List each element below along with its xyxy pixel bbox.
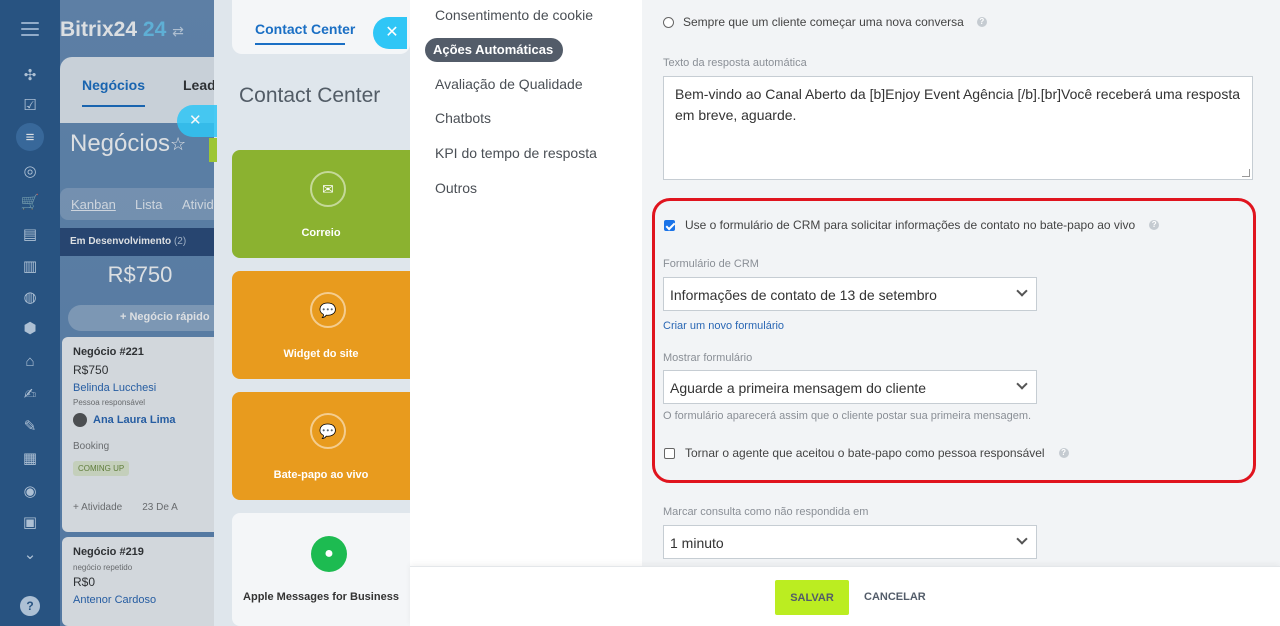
agent-responsible-checkbox-row[interactable]: Tornar o agente que aceitou o bate-papo … <box>664 446 1069 460</box>
status-badge: COMING UP <box>73 461 130 476</box>
menu-item-cookie[interactable]: Consentimento de cookie <box>435 7 593 23</box>
apps-icon[interactable]: ▣ <box>20 512 40 532</box>
autoreply-textarea[interactable]: Bem-vindo ao Canal Aberto da [b]Enjoy Ev… <box>663 76 1253 180</box>
deal-title[interactable]: Negócio #221 <box>73 346 220 358</box>
resize-handle[interactable] <box>1242 169 1250 177</box>
agent-responsible-checkbox[interactable] <box>664 447 675 459</box>
menu-item-auto-actions[interactable]: Ações Automáticas <box>425 38 564 62</box>
deal-contact[interactable]: Antenor Cardoso <box>73 594 220 606</box>
mail-icon: ✉ <box>310 171 346 207</box>
deal-responsible[interactable]: Ana Laura Lima <box>73 413 220 427</box>
crm-filter-icon[interactable]: ≡ <box>16 123 44 151</box>
menu-item-quality[interactable]: Avaliação de Qualidade <box>435 76 583 92</box>
chevron-down-icon <box>1016 285 1028 297</box>
crm-form-checkbox-row[interactable]: Use o formulário de CRM para solicitar i… <box>664 218 1160 232</box>
view-kanban[interactable]: Kanban <box>71 197 116 212</box>
chat-icon: 💬 <box>310 292 346 328</box>
save-button[interactable]: SALVAR <box>775 580 849 615</box>
deal-card[interactable]: Negócio #219 negócio repetido R$0 Anteno… <box>62 537 220 626</box>
view-list[interactable]: Lista <box>135 197 162 212</box>
tile-widget-do-site[interactable]: 💬 Widget do site <box>232 271 410 379</box>
deal-activity[interactable]: + Atividade 23 De A <box>73 502 220 513</box>
open-line-settings: Consentimento de cookie Ações Automática… <box>410 0 1280 626</box>
menu-item-chatbots[interactable]: Chatbots <box>435 110 491 126</box>
deal-card[interactable]: Negócio #221 R$750 Belinda Lucchesi Pess… <box>62 337 220 532</box>
help-icon[interactable]: ? <box>1149 220 1160 230</box>
menu-icon[interactable] <box>21 22 39 36</box>
star-icon[interactable]: ☆ <box>170 134 186 155</box>
chevron-down-icon[interactable]: ⌄ <box>20 544 40 564</box>
contact-center-panel: Contact Center Contact Center ✉ Correio … <box>214 0 410 626</box>
apple-messages-icon: ● <box>311 536 347 572</box>
calendar-icon[interactable]: ▦ <box>20 448 40 468</box>
tile-correio[interactable]: ✉ Correio <box>232 150 410 258</box>
chevron-down-icon <box>1016 378 1028 390</box>
menu-item-other[interactable]: Outros <box>435 180 477 196</box>
show-form-label: Mostrar formulário <box>663 352 753 364</box>
deal-role-label: Pessoa responsável <box>73 398 146 407</box>
target-icon[interactable]: ◎ <box>20 161 40 181</box>
cancel-button[interactable]: CANCELAR <box>864 591 926 603</box>
autoreply-label: Texto da resposta automática <box>663 57 807 69</box>
left-navigation: ✣ ☑ ≡ ◎ 🛒 ▤ ▥ ◍ ⬢ ⌂ ✍ ✎ ▦ ◉ ▣ ⌄ ? <box>0 0 60 626</box>
bitrix-logo[interactable]: Bitrix24 24 ⇄ <box>60 18 184 42</box>
crm-form-select[interactable]: Informações de contato de 13 de setembro <box>663 277 1037 311</box>
highlight-box <box>652 198 1256 483</box>
box-icon[interactable]: ⬢ <box>20 318 40 338</box>
deal-value: R$0 <box>73 575 96 589</box>
close-crm-slider-button[interactable]: ✕ <box>177 105 217 137</box>
unanswered-label: Marcar consulta como não respondida em <box>663 506 869 518</box>
avatar <box>73 413 87 427</box>
sign-icon[interactable]: ✍ <box>20 384 40 404</box>
close-contact-center-button[interactable]: ✕ <box>373 17 407 49</box>
tasks-icon[interactable]: ☑ <box>20 95 40 115</box>
puzzle-icon[interactable]: ✣ <box>20 65 40 85</box>
show-form-hint: O formulário aparecerá assim que o clien… <box>663 410 1032 422</box>
crm-form-checkbox[interactable] <box>664 219 675 231</box>
view-activities[interactable]: Ativid <box>182 197 214 212</box>
chevron-down-icon <box>1016 533 1028 545</box>
record-icon[interactable]: ◉ <box>20 481 40 501</box>
stage-sum: R$750 <box>107 262 173 287</box>
tab-contact-center[interactable]: Contact Center <box>255 21 355 45</box>
help-icon[interactable]: ? <box>976 17 987 27</box>
tile-apple-messages[interactable]: ● Apple Messages for Business <box>232 513 410 626</box>
cart-icon[interactable]: 🛒 <box>20 192 40 212</box>
contact-card-icon[interactable]: ▤ <box>20 224 40 244</box>
contact-center-heading: Contact Center <box>239 84 381 107</box>
deal-type: Booking <box>73 441 110 452</box>
footer-bar: SALVAR CANCELAR <box>410 566 1280 626</box>
edit-doc-icon[interactable]: ✎ <box>20 416 40 436</box>
building-icon[interactable]: ⌂ <box>20 351 40 371</box>
analytics-icon[interactable]: ▥ <box>20 256 40 276</box>
create-form-link[interactable]: Criar um novo formulário <box>663 320 784 332</box>
crm-form-label: Formulário de CRM <box>663 258 759 270</box>
show-form-select[interactable]: Aguarde a primeira mensagem do cliente <box>663 370 1037 404</box>
unanswered-select[interactable]: 1 minuto <box>663 525 1037 559</box>
chat-icon: 💬 <box>310 413 346 449</box>
menu-item-kpi[interactable]: KPI do tempo de resposta <box>435 145 597 161</box>
deal-contact[interactable]: Belinda Lucchesi <box>73 382 220 394</box>
page-title: Negócios <box>70 130 171 157</box>
help-icon[interactable]: ? <box>1058 448 1069 458</box>
tab-negocios[interactable]: Negócios <box>82 77 146 107</box>
deal-value: R$750 <box>73 363 109 377</box>
tile-bate-papo[interactable]: 💬 Bate-papo ao vivo <box>232 392 410 500</box>
deal-note: negócio repetido <box>73 563 133 572</box>
add-deal-button[interactable] <box>209 138 217 162</box>
settings-menu: Consentimento de cookie Ações Automática… <box>410 0 642 566</box>
radio-new-conversation[interactable]: Sempre que um cliente começar uma nova c… <box>663 15 987 29</box>
crm-background-page: Bitrix24 24 ⇄ Negócios Leads Negócios ☆ … <box>60 0 220 626</box>
help-icon[interactable]: ? <box>20 596 40 616</box>
stage-header: Em Desenvolvimento (2) <box>60 228 220 256</box>
radio-button[interactable] <box>663 16 674 28</box>
scrollbar[interactable] <box>1264 0 1280 566</box>
deal-title[interactable]: Negócio #219 <box>73 546 220 558</box>
robot-icon[interactable]: ◍ <box>20 287 40 307</box>
quick-deal-button[interactable]: + Negócio rápido <box>68 305 220 331</box>
